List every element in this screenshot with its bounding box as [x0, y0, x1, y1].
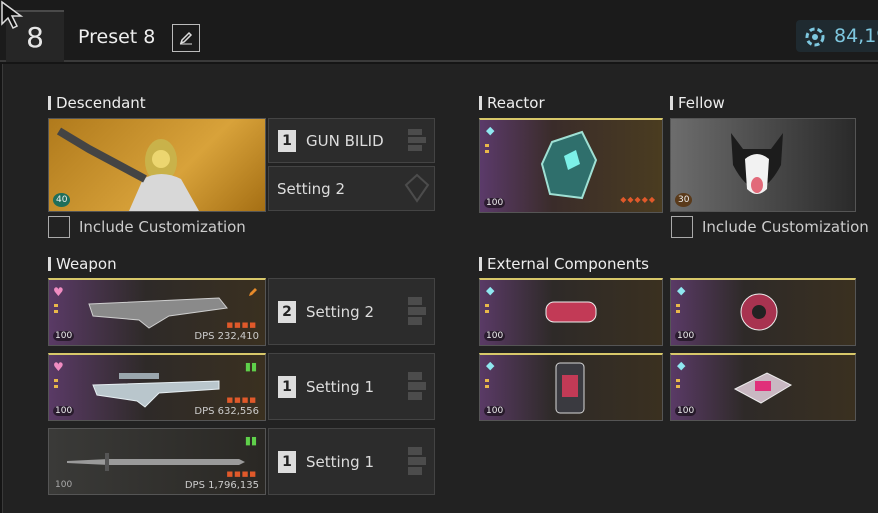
descendant-portrait — [56, 127, 199, 211]
weapon-slot-2[interactable]: 1 Setting 1 — [268, 353, 435, 420]
component-level: 100 — [484, 406, 506, 416]
section-descendant: Descendant — [48, 94, 146, 112]
checkbox-label: Include Customization — [79, 218, 246, 236]
weapon-dps: DPS 232,410 — [194, 331, 259, 342]
fellow-image — [731, 133, 783, 194]
slot-number: 1 — [278, 375, 296, 398]
section-reactor: Reactor — [479, 94, 545, 112]
ammo-icon: ▮▮ — [244, 434, 257, 447]
slot-label: Setting 2 — [306, 302, 375, 321]
module-icon — [408, 372, 426, 400]
weapon-dps: DPS 1,796,135 — [184, 480, 259, 491]
checkbox-label: Include Customization — [702, 218, 869, 236]
descendant-card[interactable]: 40 — [48, 118, 266, 212]
component-image — [545, 301, 597, 323]
module-icon — [408, 129, 426, 151]
component-card-4[interactable]: ◆ 100 — [670, 353, 856, 421]
weapon-stars: ■■■■ — [226, 470, 257, 478]
mouse-cursor-icon — [1, 0, 24, 30]
weapon-stars: ■■■■ — [226, 321, 257, 329]
reactor-card[interactable]: ◆ 100 ◆◆◆◆◆ — [479, 118, 663, 213]
checkbox[interactable] — [48, 216, 70, 238]
preset-name: Preset 8 — [78, 26, 156, 48]
component-image — [555, 362, 585, 414]
fellow-card[interactable]: 30 — [670, 118, 856, 212]
reactor-stars: ◆◆◆◆◆ — [620, 195, 656, 204]
weapon-level: 100 — [53, 406, 75, 416]
slot-label: Setting 1 — [306, 377, 375, 396]
descendant-slot-2[interactable]: Setting 2 — [268, 166, 435, 211]
section-weapon: Weapon — [48, 255, 117, 273]
checkbox[interactable] — [671, 216, 693, 238]
weapon-card-3[interactable]: ▮▮ ■■■■ DPS 1,796,135 100 — [48, 428, 266, 495]
slot-label: Setting 2 — [277, 179, 346, 198]
fellow-include-customization[interactable]: Include Customization — [671, 216, 869, 238]
pencil-icon — [249, 288, 257, 296]
weapon-card-2[interactable]: ♥ ▮▮ ■■■■ DPS 632,556 100 — [48, 353, 266, 421]
component-card-2[interactable]: ◆ 100 — [670, 278, 856, 346]
pencil-icon — [179, 31, 193, 45]
ammo-icon: ▮▮ — [244, 360, 257, 373]
slot-label: GUN BILID — [306, 131, 384, 150]
top-bar: 8 Preset 8 84,19 — [0, 0, 878, 62]
component-image — [733, 372, 793, 404]
component-level: 100 — [484, 331, 506, 341]
component-card-3[interactable]: ◆ 100 — [479, 353, 663, 421]
slot-number: 2 — [278, 300, 296, 323]
module-icon — [408, 447, 426, 475]
component-level: 100 — [675, 331, 697, 341]
weapon-slot-1[interactable]: 2 Setting 2 — [268, 278, 435, 345]
module-icon — [408, 297, 426, 325]
component-level: 100 — [675, 406, 697, 416]
weapon-slot-3[interactable]: 1 Setting 1 — [268, 428, 435, 495]
descendant-include-customization[interactable]: Include Customization — [48, 216, 246, 238]
descendant-slot-1[interactable]: 1 GUN BILID — [268, 118, 435, 163]
edit-name-button[interactable] — [172, 24, 200, 52]
weapon-dps: DPS 632,556 — [194, 406, 259, 417]
module-icon — [404, 173, 430, 203]
slot-label: Setting 1 — [306, 452, 375, 471]
weapon-level: 100 — [53, 331, 75, 341]
section-fellow: Fellow — [670, 94, 725, 112]
slot-number: 1 — [278, 129, 296, 152]
component-image — [740, 293, 778, 331]
slot-number: 1 — [278, 450, 296, 473]
section-external-components: External Components — [479, 255, 649, 273]
currency-icon — [805, 27, 825, 47]
weapon-card-1[interactable]: ♥ ■■■■ DPS 232,410 100 — [48, 278, 266, 346]
weapon-level: 100 — [55, 480, 73, 490]
weapon-stars: ■■■■ — [226, 396, 257, 404]
currency-value: 84,19 — [834, 25, 878, 47]
reactor-level: 100 — [484, 198, 506, 208]
component-card-1[interactable]: ◆ 100 — [479, 278, 663, 346]
currency-display: 84,19 — [796, 20, 878, 52]
